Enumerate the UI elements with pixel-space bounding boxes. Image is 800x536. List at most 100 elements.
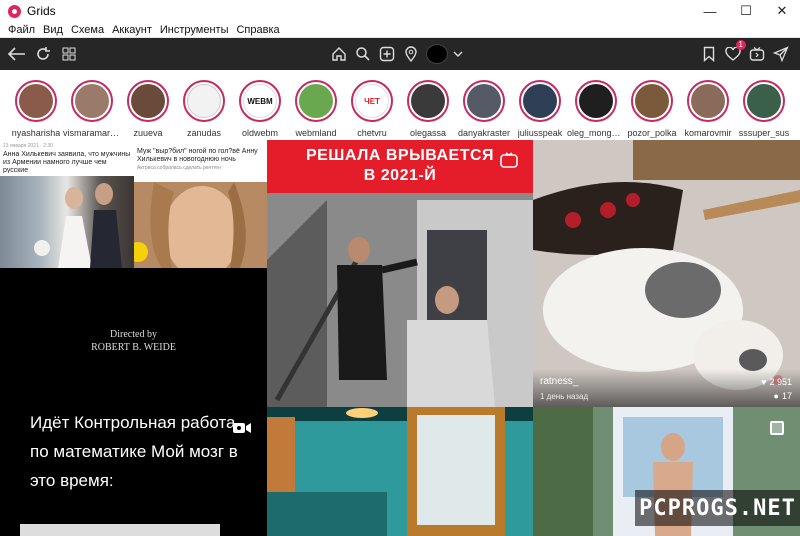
- story-item[interactable]: webmland: [288, 70, 344, 140]
- home-icon[interactable]: [328, 43, 350, 65]
- story-item[interactable]: juliusspeak: [512, 70, 568, 140]
- story-username: juliusspeak: [517, 128, 563, 138]
- post-photo: [0, 176, 134, 268]
- post-comments: ● 17: [774, 391, 792, 401]
- story-username: oleg_mongol_...: [567, 128, 625, 138]
- refresh-icon[interactable]: [32, 43, 54, 65]
- banner-line-2: В 2021-Й: [363, 167, 437, 184]
- multiple-images-icon: [770, 421, 784, 435]
- account-avatar[interactable]: [424, 43, 450, 65]
- video-thumbnail-strip: [20, 524, 220, 536]
- grid-layout-icon[interactable]: [58, 43, 80, 65]
- menu-file[interactable]: Файл: [4, 22, 39, 38]
- story-avatar: WEBM: [243, 84, 277, 118]
- story-ring: WEBM: [239, 80, 281, 122]
- story-username: zanudas: [186, 128, 222, 138]
- story-ring: [183, 80, 225, 122]
- story-avatar: [75, 84, 109, 118]
- story-username: pozor_polka: [627, 128, 677, 138]
- title-bar: Grids — ☐ ✕: [0, 0, 800, 22]
- story-item[interactable]: vismaramartina: [63, 70, 121, 140]
- story-username: vismaramartina: [63, 128, 121, 138]
- story-avatar: [467, 84, 501, 118]
- story-item[interactable]: sssuper_sus: [736, 70, 792, 140]
- menu-view[interactable]: Вид: [39, 22, 67, 38]
- story-avatar: ЧЕТ: [355, 84, 389, 118]
- minimize-button[interactable]: —: [692, 0, 728, 22]
- window-title: Grids: [27, 4, 56, 18]
- bookmark-icon[interactable]: [698, 43, 720, 65]
- post-meta: 13 января 2021 · 2:30: [3, 143, 53, 149]
- direct-send-icon[interactable]: [770, 43, 792, 65]
- post-tile-photo[interactable]: [267, 407, 533, 536]
- story-ring: [295, 80, 337, 122]
- chevron-down-icon[interactable]: [452, 43, 464, 65]
- post-photo: [134, 182, 267, 268]
- couple-illustration: [34, 183, 122, 268]
- story-item[interactable]: ЧЕТ chetvru: [344, 70, 400, 140]
- story-avatar: [19, 84, 53, 118]
- location-pin-icon[interactable]: [400, 43, 422, 65]
- story-avatar: [635, 84, 669, 118]
- story-ring: [407, 80, 449, 122]
- post-info-overlay: [533, 369, 800, 407]
- video-credits: Directed by ROBERT B. WEIDE: [0, 328, 267, 354]
- post-headline: Анна Хилькевич заявила, что мужчины из А…: [3, 151, 131, 173]
- igtv-icon: [500, 152, 518, 168]
- story-avatar: [299, 84, 333, 118]
- story-ring: [463, 80, 505, 122]
- menu-account[interactable]: Аккаунт: [108, 22, 156, 38]
- story-item[interactable]: oleg_mongol_...: [567, 70, 625, 140]
- add-post-icon[interactable]: [376, 43, 398, 65]
- story-item[interactable]: olegassa: [400, 70, 456, 140]
- post-tile-video[interactable]: Directed by ROBERT B. WEIDE Идёт Контрол…: [0, 268, 267, 536]
- post-time: 1 день назад: [540, 392, 589, 401]
- post-tile-photo[interactable]: РЕШАЛА ВРЫВАЕТСЯ В 2021-Й: [267, 140, 533, 407]
- post-tile-news[interactable]: 13 января 2021 · 2:30 Анна Хилькевич зая…: [0, 140, 134, 268]
- menu-scheme[interactable]: Схема: [67, 22, 108, 38]
- posts-grid: 13 января 2021 · 2:30 Анна Хилькевич зая…: [0, 140, 800, 536]
- banner-line-1: РЕШАЛА ВРЫВАЕТСЯ: [305, 147, 495, 164]
- story-item[interactable]: komarovmir: [680, 70, 736, 140]
- story-avatar: [131, 84, 165, 118]
- menu-help[interactable]: Справка: [232, 22, 283, 38]
- activity-heart-icon[interactable]: 1: [722, 40, 746, 65]
- profile-avatar: [426, 44, 448, 64]
- maximize-button[interactable]: ☐: [728, 0, 764, 22]
- video-caption: Идёт Контрольная работа по математике Мо…: [30, 413, 238, 490]
- story-username: webmland: [295, 128, 337, 138]
- comment-icon: ●: [773, 391, 779, 401]
- story-username: sssuper_sus: [738, 128, 790, 138]
- story-username: nyasharisha: [11, 128, 61, 138]
- story-avatar: [691, 84, 725, 118]
- watermark: PCPROGS.NET: [635, 490, 800, 526]
- story-item[interactable]: pozor_polka: [624, 70, 680, 140]
- story-username: olegassa: [409, 128, 447, 138]
- story-username: chetvru: [357, 128, 387, 138]
- heart-icon: ♥: [761, 377, 767, 387]
- story-item[interactable]: zuueva: [120, 70, 176, 140]
- story-ring: ЧЕТ: [351, 80, 393, 122]
- close-button[interactable]: ✕: [764, 0, 800, 22]
- video-camera-icon: [233, 423, 251, 433]
- story-ring: [575, 80, 617, 122]
- story-item[interactable]: nyasharisha: [8, 70, 64, 140]
- story-item[interactable]: WEBM oldwebm: [232, 70, 288, 140]
- story-avatar: [747, 84, 781, 118]
- story-username: danyakraster: [457, 128, 511, 138]
- igtv-icon[interactable]: [746, 43, 768, 65]
- window-controls: — ☐ ✕: [692, 0, 800, 22]
- menu-tools[interactable]: Инструменты: [156, 22, 233, 38]
- directed-by-text: Directed by: [110, 329, 157, 340]
- story-avatar: [411, 84, 445, 118]
- search-icon[interactable]: [352, 43, 374, 65]
- notification-badge: 1: [735, 40, 746, 50]
- comments-count: 17: [781, 391, 792, 401]
- story-ring: [71, 80, 113, 122]
- back-arrow-icon[interactable]: [6, 43, 28, 65]
- post-username[interactable]: ratness_: [540, 376, 578, 387]
- story-item[interactable]: danyakraster: [456, 70, 512, 140]
- post-tile-news[interactable]: Муж "выр?бил" ногой по гол?вё Анну Хильк…: [134, 140, 267, 268]
- post-tile-photo[interactable]: ratness_ 1 день назад ♥ 2 951 ● 17: [533, 140, 800, 407]
- story-item[interactable]: zanudas: [176, 70, 232, 140]
